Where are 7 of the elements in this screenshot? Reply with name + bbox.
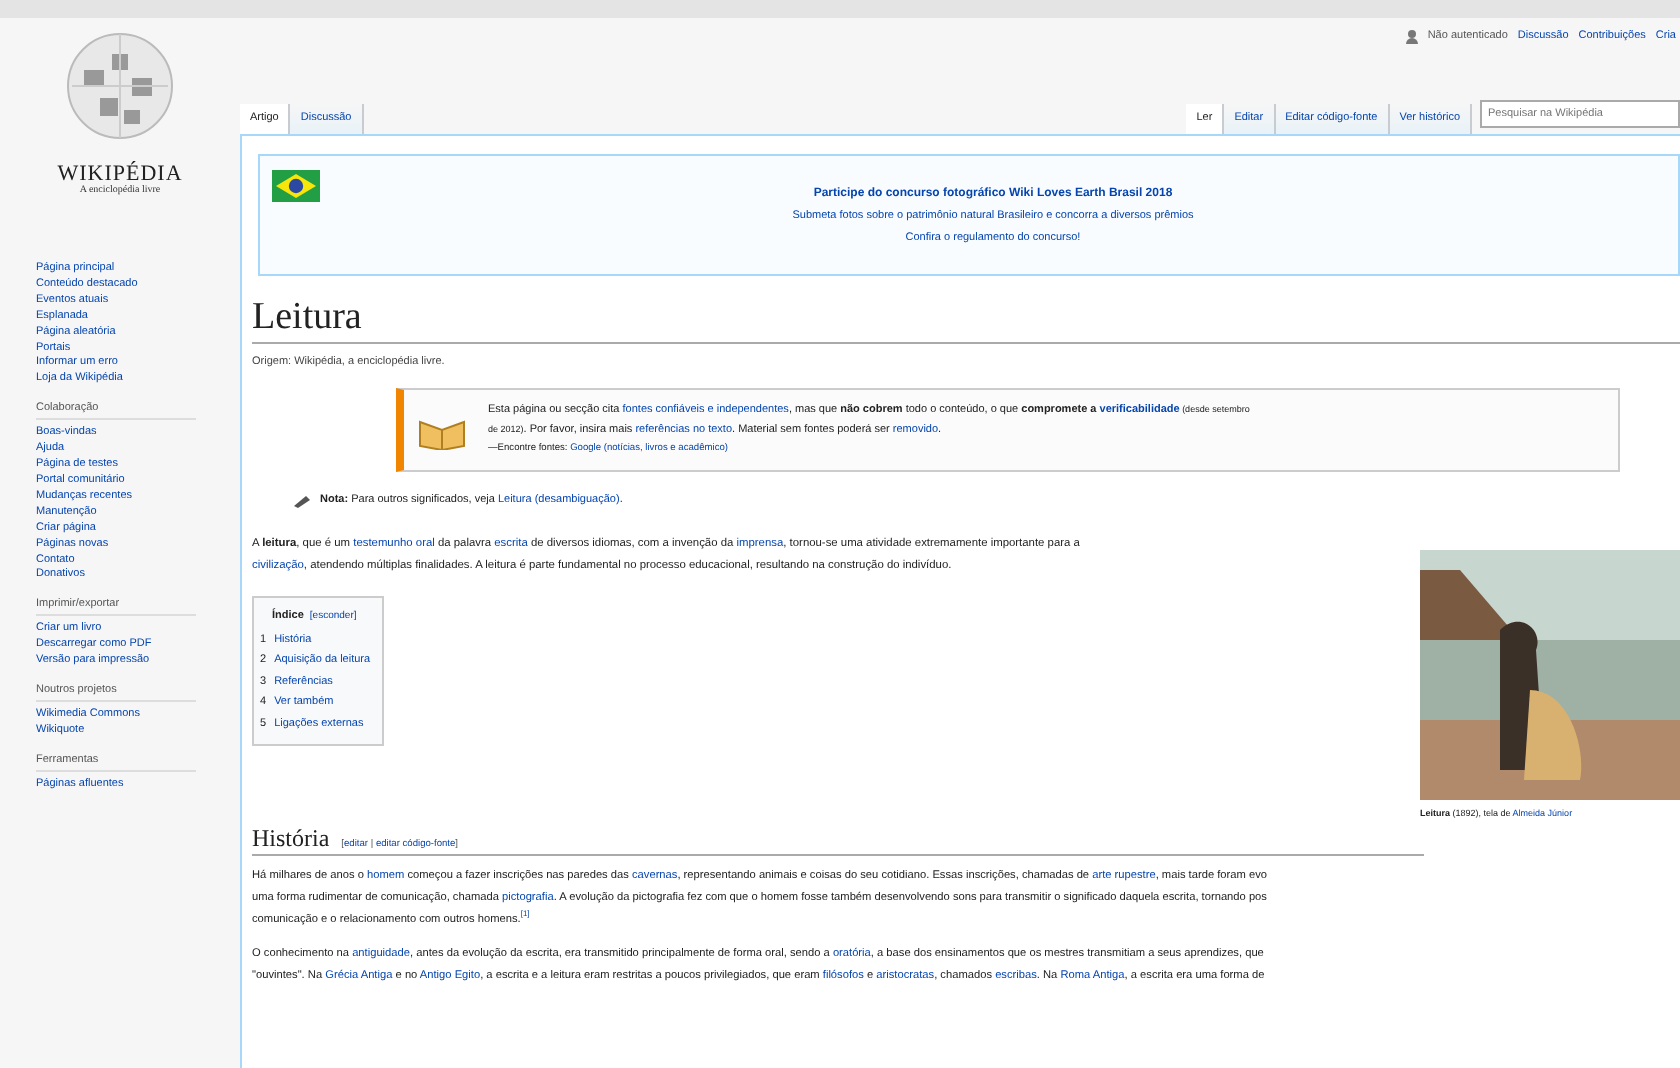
page-title: Leitura xyxy=(252,296,1680,344)
wordmark: WIKIPÉDIA xyxy=(57,162,183,186)
pencil-icon xyxy=(292,493,312,507)
globe-logo-icon xyxy=(64,30,176,142)
section-heading: História xyxy=(252,824,330,854)
user-icon xyxy=(1405,29,1418,43)
flag-icon xyxy=(272,168,320,204)
